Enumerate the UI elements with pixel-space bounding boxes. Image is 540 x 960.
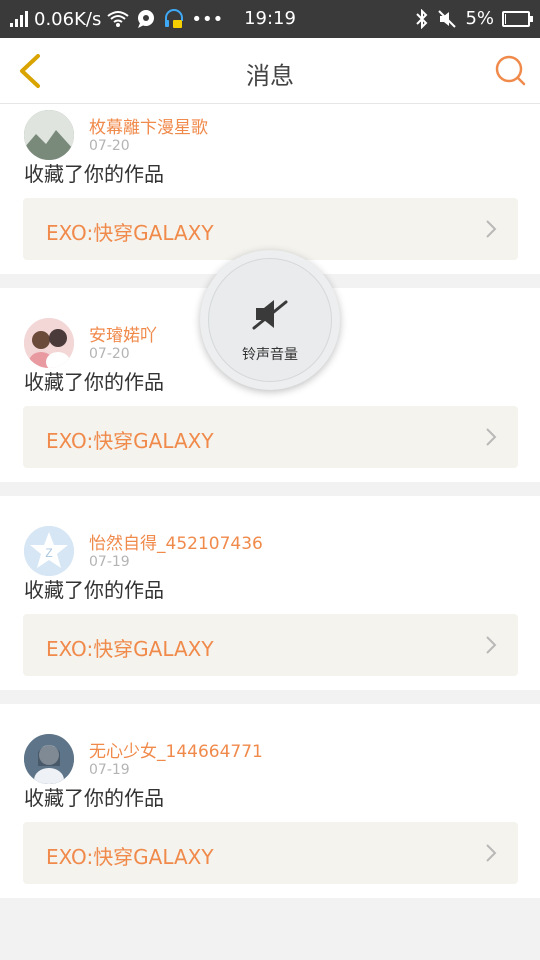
- notification-list: 枚幕離卞漫星歌 07-20 收藏了你的作品 EXO:快穿GALAXY 安璿婼吖 …: [0, 80, 540, 912]
- volume-label: 铃声音量: [242, 347, 298, 363]
- work-title: EXO:快穿GALAXY: [46, 637, 214, 661]
- chevron-right-icon: [486, 844, 497, 862]
- battery-icon: [502, 10, 533, 27]
- avatar[interactable]: [24, 734, 74, 784]
- notification-date: 07-20: [89, 346, 130, 362]
- work-link[interactable]: EXO:快穿GALAXY: [23, 406, 518, 468]
- search-icon[interactable]: [494, 54, 526, 86]
- work-link[interactable]: EXO:快穿GALAXY: [23, 822, 518, 884]
- chevron-right-icon: [486, 636, 497, 654]
- avatar[interactable]: [24, 110, 74, 160]
- avatar[interactable]: [24, 318, 74, 368]
- action-text: 收藏了你的作品: [24, 786, 164, 810]
- mute-icon: [438, 9, 457, 28]
- user-name[interactable]: 枚幕離卞漫星歌: [89, 113, 208, 138]
- user-name[interactable]: 怡然自得_452107436: [89, 529, 263, 554]
- avatar[interactable]: Z: [24, 526, 74, 576]
- chevron-right-icon: [486, 220, 497, 238]
- bluetooth-icon: [416, 8, 428, 29]
- notification-date: 07-19: [89, 554, 130, 570]
- battery-fill: [505, 13, 506, 24]
- status-bar: 0.06K/s ••• 19:19 5%: [0, 0, 540, 38]
- notification-card: 枚幕離卞漫星歌 07-20 收藏了你的作品 EXO:快穿GALAXY: [0, 80, 540, 274]
- notification-date: 07-20: [89, 138, 130, 154]
- work-title: EXO:快穿GALAXY: [46, 429, 214, 453]
- work-title: EXO:快穿GALAXY: [46, 221, 214, 245]
- volume-overlay: 铃声音量: [200, 250, 340, 390]
- work-link[interactable]: EXO:快穿GALAXY: [23, 614, 518, 676]
- page-title: 消息: [246, 62, 294, 90]
- battery-percent: 5%: [465, 8, 494, 29]
- speaker-muted-icon: [252, 300, 288, 330]
- notification-card: 无心少女_144664771 07-19 收藏了你的作品 EXO:快穿GALAX…: [0, 704, 540, 898]
- top-bar: 消息: [0, 38, 540, 104]
- user-name[interactable]: 安璿婼吖: [89, 321, 157, 346]
- work-title: EXO:快穿GALAXY: [46, 845, 214, 869]
- chevron-right-icon: [486, 428, 497, 446]
- notification-card: Z 怡然自得_452107436 07-19 收藏了你的作品 EXO:快穿GAL…: [0, 496, 540, 690]
- notification-date: 07-19: [89, 762, 130, 778]
- svg-text:Z: Z: [45, 546, 52, 560]
- user-name[interactable]: 无心少女_144664771: [89, 737, 263, 762]
- action-text: 收藏了你的作品: [24, 162, 164, 186]
- action-text: 收藏了你的作品: [24, 578, 164, 602]
- status-right: 5%: [415, 8, 533, 29]
- action-text: 收藏了你的作品: [24, 370, 164, 394]
